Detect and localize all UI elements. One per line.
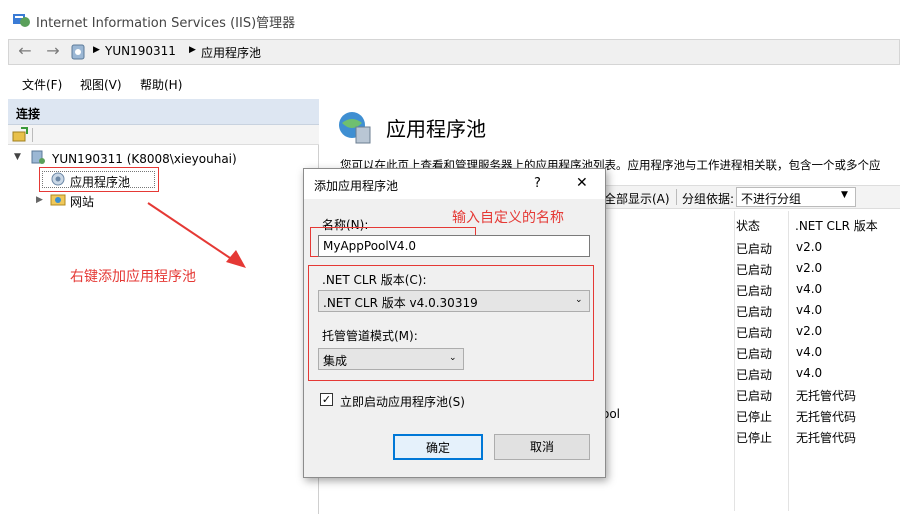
tree-server-node[interactable]: YUN190311 (K8008\xieyouhai) <box>52 152 237 166</box>
group-by-select[interactable]: 不进行分组 ▼ <box>736 187 856 207</box>
group-by-label: 分组依据: <box>682 192 735 206</box>
menu-view[interactable]: 视图(V) <box>80 76 122 93</box>
name-field-value: MyAppPoolV4.0 <box>323 239 417 253</box>
page-title: 应用程序池 <box>386 117 486 141</box>
row-status: 已停止 <box>736 410 773 424</box>
table-row[interactable]: 已启动 v2.0 <box>600 240 900 260</box>
dialog-title: 添加应用程序池 <box>314 179 399 193</box>
add-app-pool-dialog: 添加应用程序池 ? ✕ 名称(N): MyAppPoolV4.0 输入自定义的名… <box>303 168 606 478</box>
group-by-value: 不进行分组 <box>741 192 802 206</box>
chevron-down-icon: ⌄ <box>449 353 457 363</box>
table-row[interactable]: 已停止 无托管代码 <box>600 429 900 449</box>
connections-title: 连接 <box>16 107 41 121</box>
breadcrumb-server[interactable]: YUN190311 <box>105 44 176 58</box>
start-checkbox[interactable]: ✓ <box>320 393 333 406</box>
table-row[interactable]: 已启动 v2.0 <box>600 324 900 344</box>
table-row[interactable]: 已启动 v4.0 <box>600 345 900 365</box>
pipeline-mode-label: 托管管道模式(M): <box>322 329 418 343</box>
row-status: 已启动 <box>736 368 773 382</box>
row-clr-version: v2.0 <box>796 261 823 275</box>
name-field[interactable]: MyAppPoolV4.0 <box>318 235 590 257</box>
chevron-down-icon: ⌄ <box>575 295 583 305</box>
connections-toolbar <box>8 125 319 145</box>
row-clr-version: v4.0 <box>796 366 823 380</box>
server-icon <box>71 44 85 60</box>
window-titlebar: Internet Information Services (IIS)管理器 <box>0 0 900 40</box>
row-status: 已启动 <box>736 263 773 277</box>
table-row[interactable]: 已启动 v2.0 <box>600 261 900 281</box>
server-icon <box>31 150 45 164</box>
pipeline-mode-select[interactable]: 集成 ⌄ <box>318 348 464 370</box>
dialog-titlebar: 添加应用程序池 ? ✕ <box>304 169 605 199</box>
clr-version-label: .NET CLR 版本(C): <box>322 273 427 287</box>
tree-sites-node[interactable]: 网站 <box>70 193 94 210</box>
toolbar-divider <box>676 189 677 205</box>
expand-chevron-icon[interactable]: ▼ <box>14 152 21 162</box>
app-pool-icon <box>51 172 65 186</box>
table-row[interactable]: 已启动 v4.0 <box>600 366 900 386</box>
table-row[interactable]: 已启动 无托管代码 <box>600 387 900 407</box>
breadcrumb-app-pools[interactable]: 应用程序池 <box>201 44 261 61</box>
connections-pane: 连接 ▼ YUN190311 (K8008\xieyouhai) 应用程序池 ▶… <box>8 99 319 514</box>
app-pools-large-icon <box>339 112 371 144</box>
sites-folder-icon <box>50 194 66 206</box>
row-status: 已启动 <box>736 305 773 319</box>
start-checkbox-label[interactable]: 立即启动应用程序池(S) <box>340 393 465 410</box>
collapse-chevron-icon[interactable]: ▶ <box>36 195 43 205</box>
column-header-clr[interactable]: .NET CLR 版本 <box>795 217 878 234</box>
connect-icon[interactable] <box>12 127 28 143</box>
row-status: 已启动 <box>736 242 773 256</box>
back-arrow-icon[interactable]: ← <box>13 43 37 60</box>
row-clr-version: v2.0 <box>796 240 823 254</box>
forward-arrow-icon[interactable]: → <box>41 43 65 60</box>
pipeline-mode-value: 集成 <box>323 354 348 368</box>
row-status: 已启动 <box>736 389 773 403</box>
connections-header: 连接 <box>8 99 319 125</box>
menu-file[interactable]: 文件(F) <box>22 76 62 93</box>
close-icon[interactable]: ✕ <box>576 175 588 191</box>
row-clr-version: 无托管代码 <box>796 431 857 445</box>
clr-version-value: .NET CLR 版本 v4.0.30319 <box>323 296 478 310</box>
row-status: 已停止 <box>736 431 773 445</box>
menu-help[interactable]: 帮助(H) <box>140 76 182 93</box>
breadcrumb-separator-icon: ▶ <box>189 45 196 55</box>
table-row[interactable]: 已启动 v4.0 <box>600 303 900 323</box>
row-status: 已启动 <box>736 347 773 361</box>
row-clr-version: v4.0 <box>796 345 823 359</box>
breadcrumb-separator-icon: ▶ <box>93 45 100 55</box>
ok-button[interactable]: 确定 <box>393 434 483 460</box>
cancel-button[interactable]: 取消 <box>494 434 590 460</box>
tree-app-pools-node[interactable]: 应用程序池 <box>70 173 130 190</box>
row-clr-version: 无托管代码 <box>796 389 857 403</box>
row-clr-version: v2.0 <box>796 324 823 338</box>
row-status: 已启动 <box>736 284 773 298</box>
column-header-status[interactable]: 状态 <box>736 217 760 234</box>
window-title: Internet Information Services (IIS)管理器 <box>36 16 296 31</box>
row-status: 已启动 <box>736 326 773 340</box>
show-all-button[interactable]: 全部显示(A) <box>604 190 670 207</box>
menu-bar: 文件(F) 视图(V) 帮助(H) <box>8 70 900 96</box>
row-clr-version: 无托管代码 <box>796 410 857 424</box>
iis-app-icon <box>13 14 30 27</box>
table-row[interactable]: 已停止 无托管代码 <box>600 408 900 428</box>
table-row[interactable]: 已启动 v4.0 <box>600 282 900 302</box>
row-clr-version: v4.0 <box>796 282 823 296</box>
address-bar: ← → ▶ YUN190311 ▶ 应用程序池 <box>8 39 900 65</box>
dropdown-arrow-icon: ▼ <box>841 190 848 200</box>
help-icon[interactable]: ? <box>534 176 541 191</box>
right-click-annotation: 右键添加应用程序池 <box>70 269 196 285</box>
toolbar-divider <box>32 128 33 142</box>
row-clr-version: v4.0 <box>796 303 823 317</box>
clr-version-select[interactable]: .NET CLR 版本 v4.0.30319 ⌄ <box>318 290 590 312</box>
name-annotation: 输入自定义的名称 <box>452 210 564 226</box>
